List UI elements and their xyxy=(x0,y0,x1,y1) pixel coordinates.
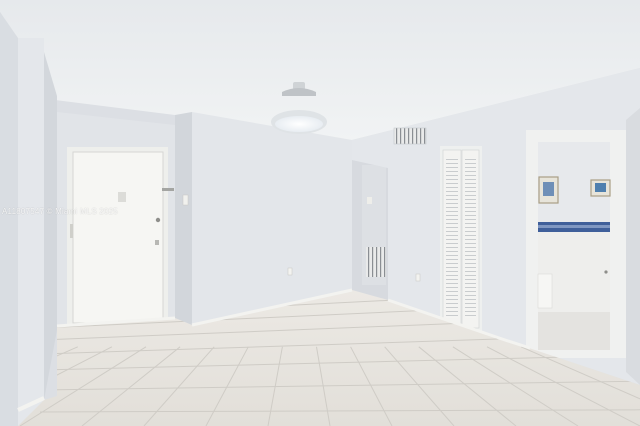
closet-louvers-left xyxy=(446,158,458,318)
door-hinge xyxy=(70,224,73,238)
partition-wall-side xyxy=(175,112,192,325)
thermostat[interactable] xyxy=(367,197,372,204)
partition-wall-front xyxy=(192,112,352,325)
door-peephole-plate xyxy=(118,192,126,202)
bathroom-picture-2-art xyxy=(595,183,606,192)
door-chain xyxy=(162,188,174,191)
bathroom-door-latch[interactable] xyxy=(604,270,608,274)
ac-vent xyxy=(393,127,427,145)
door-knob[interactable] xyxy=(155,217,161,223)
bathroom-tile-border-highlight xyxy=(538,225,610,228)
wall-outlet[interactable] xyxy=(287,267,293,276)
closet-louvers-right xyxy=(465,158,476,318)
toilet xyxy=(537,273,553,309)
left-column xyxy=(18,38,44,426)
right-wall-edge xyxy=(626,108,640,385)
wall-outlet-right[interactable] xyxy=(415,273,421,282)
light-switch[interactable] xyxy=(182,194,189,206)
bathroom-picture-1-art xyxy=(543,182,554,196)
watermark-text: A11807547 © Miami MLS 2025 xyxy=(2,207,118,216)
door-deadbolt[interactable] xyxy=(155,240,159,245)
left-wall xyxy=(0,12,18,426)
hallway-floor-vent xyxy=(366,247,386,277)
left-column-side xyxy=(44,52,57,400)
ceiling-light-diffuser xyxy=(275,116,323,132)
entry-door[interactable] xyxy=(72,151,164,324)
bathroom-floor xyxy=(538,312,610,350)
